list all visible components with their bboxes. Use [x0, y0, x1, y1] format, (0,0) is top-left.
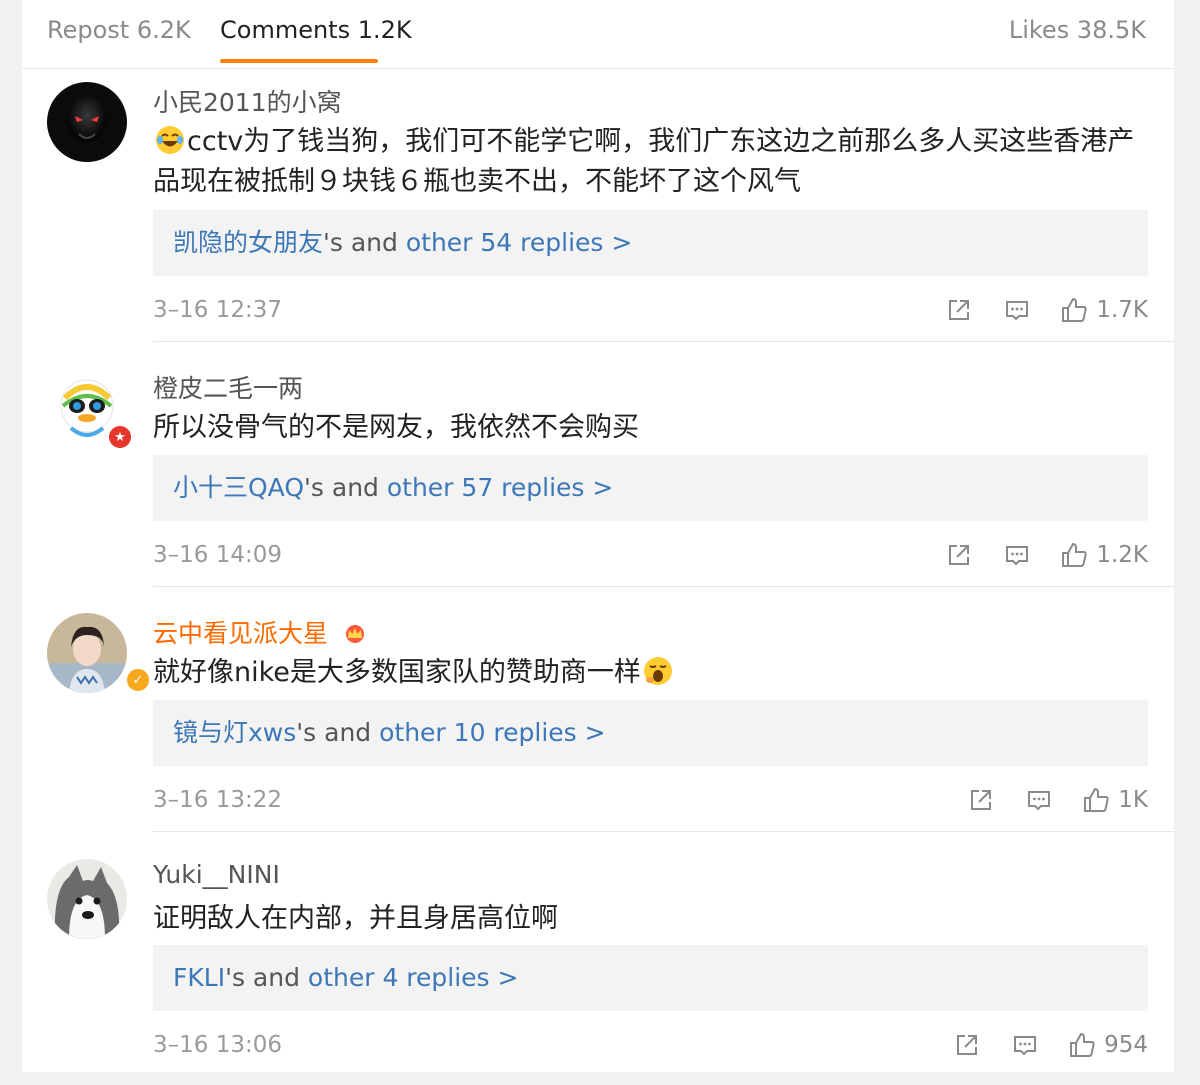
tab-likes[interactable]: Likes 38.5K: [1009, 16, 1146, 44]
verified-badge-icon: ✓: [125, 667, 151, 693]
share-button[interactable]: [954, 1032, 980, 1058]
reply-user-link[interactable]: FKLI: [173, 963, 225, 992]
like-count: 954: [1104, 1032, 1148, 1058]
timestamp: 3–16 14:09: [153, 542, 282, 568]
comment-meta: 3–16 12:37 1.7K: [153, 290, 1148, 330]
like-button[interactable]: 954: [1068, 1031, 1148, 1059]
reply-connector: 's and: [296, 718, 380, 747]
tab-comments[interactable]: Comments 1.2K: [220, 16, 412, 44]
like-button[interactable]: 1.2K: [1060, 541, 1148, 569]
share-icon: [957, 1035, 978, 1055]
comment-actions: 1K: [968, 780, 1148, 820]
like-button[interactable]: 1K: [1082, 786, 1148, 814]
reply-button[interactable]: [1026, 787, 1052, 813]
replies-preview[interactable]: 镜与灯xws's and other 10 replies >: [153, 700, 1148, 766]
comment-text: 证明敌人在内部，并且身居高位啊: [153, 903, 558, 934]
share-button[interactable]: [946, 297, 972, 323]
active-tab-indicator: [220, 59, 378, 63]
like-count: 1.7K: [1096, 297, 1148, 323]
timestamp: 3–16 13:22: [153, 787, 282, 813]
username[interactable]: 小民2011的小窝: [153, 83, 342, 119]
super-fan-badge-icon: ★: [107, 424, 133, 450]
comment-item: Yuki__NINI 证明敌人在内部，并且身居高位啊 FKLI's and ot…: [22, 851, 1174, 1071]
share-icon: [949, 545, 970, 565]
reply-connector: 's and: [304, 473, 387, 502]
replies-preview[interactable]: FKLI's and other 4 replies >: [153, 945, 1148, 1011]
comment-actions: 954: [954, 1025, 1148, 1065]
replies-preview[interactable]: 小十三QAQ's and other 57 replies >: [153, 455, 1148, 521]
thumbs-up-icon: [1062, 542, 1087, 567]
tab-repost[interactable]: Repost 6.2K: [47, 16, 191, 44]
comment-icon: [1006, 546, 1029, 566]
share-button[interactable]: [968, 787, 994, 813]
avatar[interactable]: [47, 859, 127, 939]
comment-text: cctv为了钱当狗，我们可不能学它啊，我们广东这边之前那么多人买这些香港产品现在…: [153, 122, 1153, 202]
reply-button[interactable]: [1004, 297, 1030, 323]
share-button[interactable]: [946, 542, 972, 568]
share-icon: [949, 300, 970, 320]
timestamp: 3–16 12:37: [153, 297, 282, 323]
more-replies-link[interactable]: other 10 replies >: [379, 718, 605, 747]
comment-item: ★ 橙皮二毛一两 所以没骨气的不是网友，我依然不会购买 小十三QAQ's and…: [22, 360, 1174, 588]
more-replies-link[interactable]: other 54 replies >: [406, 228, 632, 257]
reply-button[interactable]: [1012, 1032, 1038, 1058]
share-icon: [971, 790, 992, 810]
comment-icon: [1028, 791, 1051, 811]
reply-button[interactable]: [1004, 542, 1030, 568]
comment-text-body: cctv为了钱当狗，我们可不能学它啊，我们广东这边之前那么多人买这些香港产品现在…: [153, 126, 1135, 197]
comment-actions: 1.7K: [946, 290, 1148, 330]
comment-text: 所以没骨气的不是网友，我依然不会购买: [153, 412, 639, 443]
reply-connector: 's and: [323, 228, 406, 257]
divider: [153, 586, 1174, 587]
reply-connector: 's and: [225, 963, 308, 992]
comment-meta: 3–16 13:06 954: [153, 1025, 1148, 1065]
reply-user-link[interactable]: 镜与灯xws: [173, 718, 296, 747]
comment-item: ✓ 云中看见派大星 就好像nike是大多数国家队的赞助商一样 镜与灯xws's …: [22, 605, 1174, 833]
more-replies-link[interactable]: other 4 replies >: [308, 963, 519, 992]
comment-icon: [1006, 301, 1029, 321]
divider: [153, 831, 1174, 832]
replies-preview[interactable]: 凯隐的女朋友's and other 54 replies >: [153, 210, 1148, 276]
like-button[interactable]: 1.7K: [1060, 296, 1148, 324]
thumbs-up-icon: [1084, 787, 1109, 812]
thumbs-up-icon: [1070, 1032, 1095, 1057]
reply-user-link[interactable]: 凯隐的女朋友: [173, 228, 323, 257]
comment-text-body: 就好像nike是大多数国家队的赞助商一样: [153, 657, 641, 688]
comment-meta: 3–16 14:09 1.2K: [153, 535, 1148, 575]
vip-crown-icon: [345, 625, 364, 643]
yawning-emoji-icon: [643, 657, 672, 685]
like-count: 1K: [1118, 787, 1148, 813]
username[interactable]: 橙皮二毛一两: [153, 369, 303, 405]
reply-user-link[interactable]: 小十三QAQ: [173, 473, 304, 502]
avatar[interactable]: [47, 613, 127, 693]
comment-icon: [1014, 1036, 1037, 1056]
username[interactable]: 云中看见派大星: [153, 614, 368, 650]
comment-actions: 1.2K: [946, 535, 1148, 575]
laughing-tears-emoji-icon: [156, 126, 184, 154]
timestamp: 3–16 13:06: [153, 1032, 282, 1058]
comment-meta: 3–16 13:22 1K: [153, 780, 1148, 820]
comment-item: 小民2011的小窝 cctv为了钱当狗，我们可不能学它啊，我们广东这边之前那么多…: [22, 74, 1174, 342]
like-count: 1.2K: [1096, 542, 1148, 568]
divider: [153, 341, 1174, 342]
username[interactable]: Yuki__NINI: [153, 860, 280, 889]
username-text: 云中看见派大星: [153, 619, 329, 648]
thumbs-up-icon: [1062, 297, 1087, 322]
more-replies-link[interactable]: other 57 replies >: [387, 473, 613, 502]
tab-bar: Repost 6.2K Comments 1.2K Likes 38.5K: [22, 0, 1174, 69]
comment-text: 就好像nike是大多数国家队的赞助商一样: [153, 653, 1153, 693]
avatar[interactable]: [47, 82, 127, 162]
comments-panel: Repost 6.2K Comments 1.2K Likes 38.5K 小民…: [22, 0, 1174, 1072]
